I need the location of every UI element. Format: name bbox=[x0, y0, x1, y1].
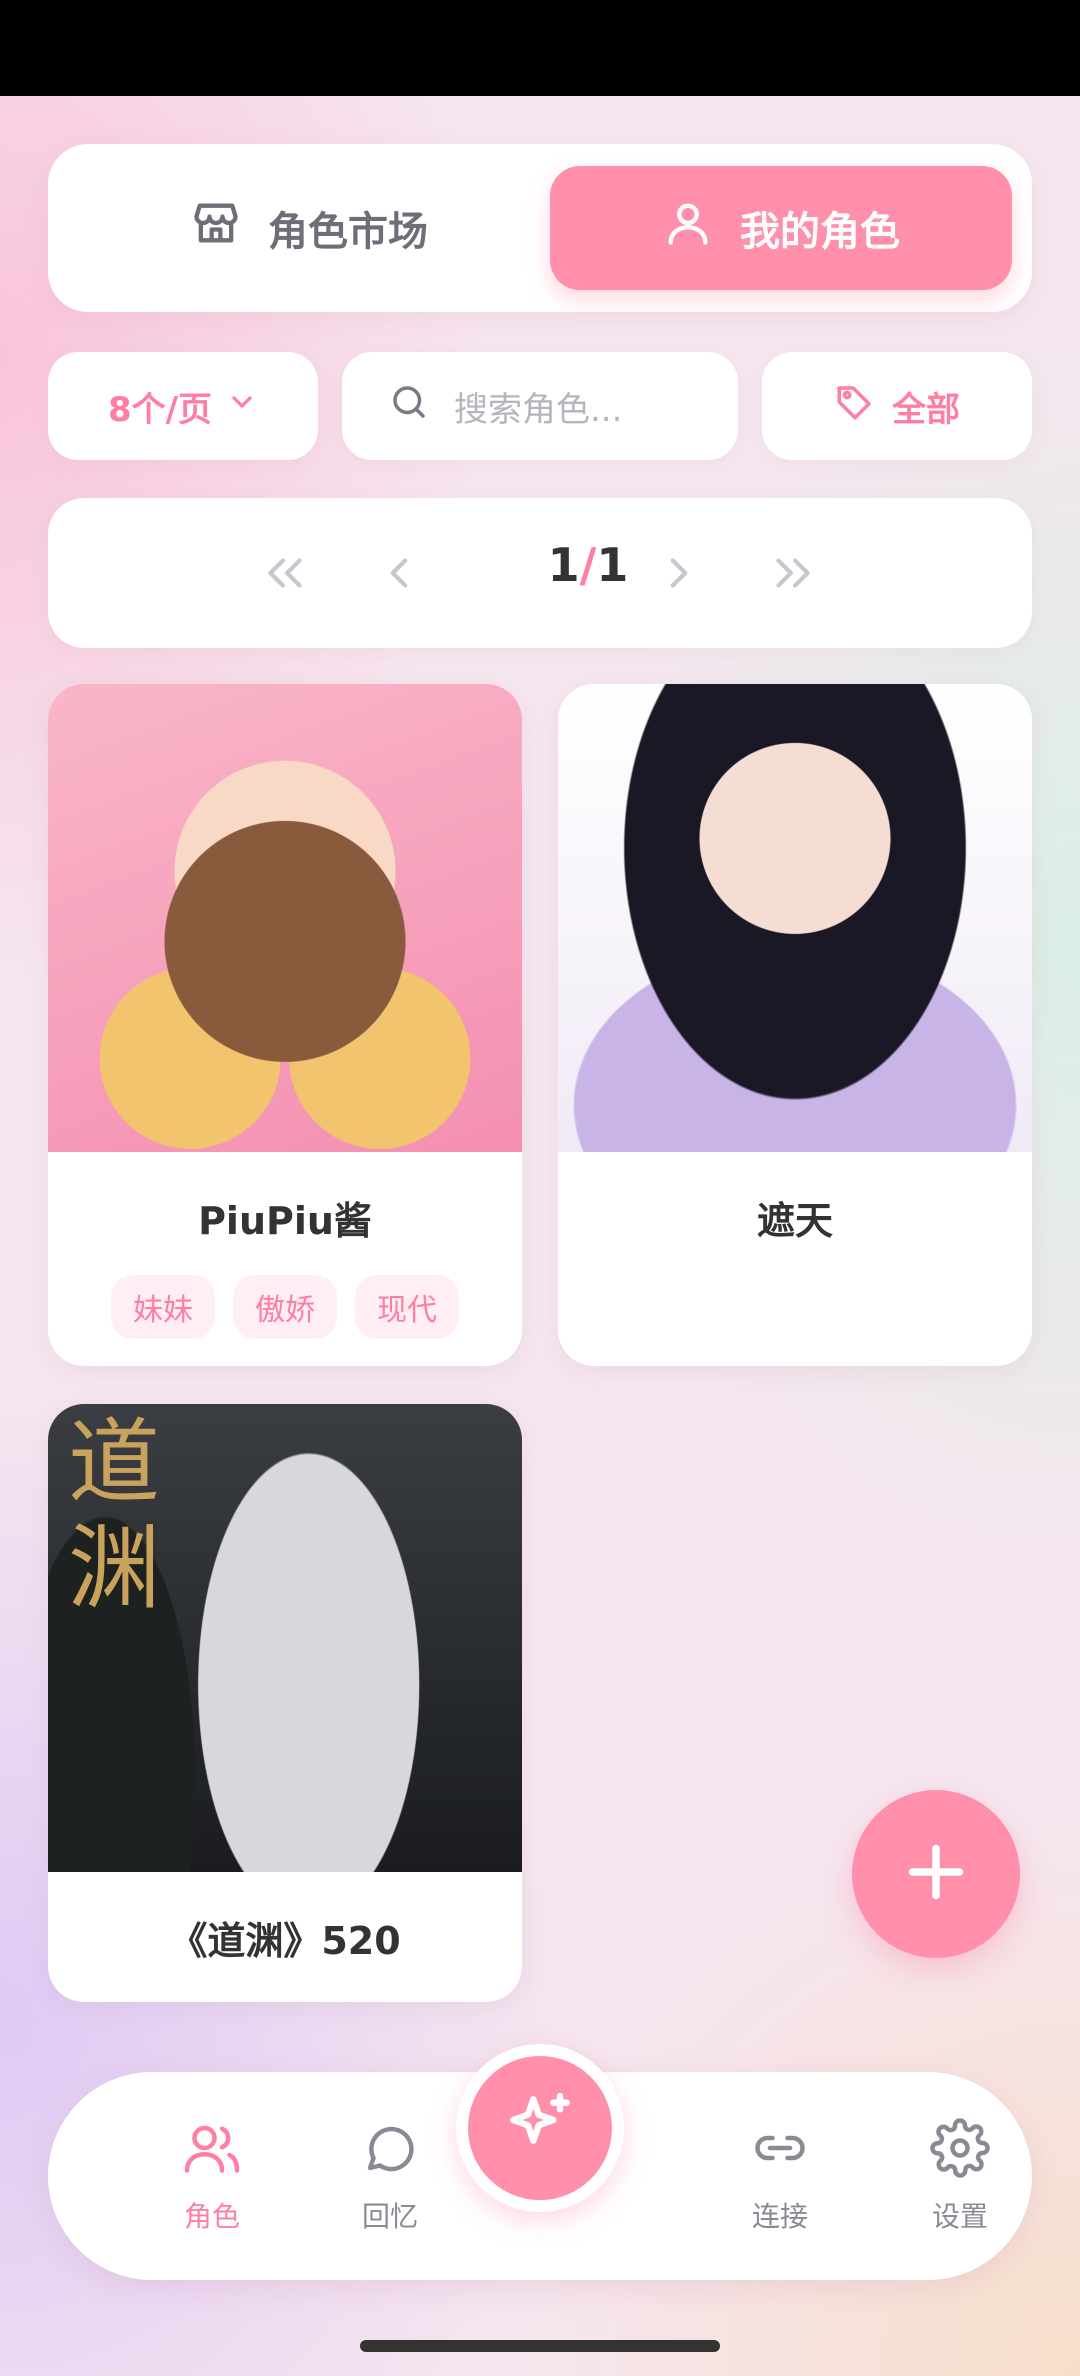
add-character-button[interactable] bbox=[852, 1790, 1020, 1958]
sparkle-icon bbox=[500, 2086, 580, 2170]
nav-label-connect: 连接 bbox=[751, 2200, 808, 2233]
character-name: 遮天 bbox=[756, 1199, 833, 1243]
nav-item-roles[interactable]: 角色 bbox=[142, 2118, 282, 2235]
nav-label-settings: 设置 bbox=[931, 2200, 988, 2233]
character-avatar-image: 道 渊 bbox=[48, 1404, 522, 1872]
prev-page-icon[interactable] bbox=[374, 548, 424, 598]
users-icon bbox=[182, 2118, 242, 2185]
nav-item-settings[interactable]: 设置 bbox=[890, 2118, 1030, 2235]
user-icon bbox=[662, 197, 714, 259]
character-card[interactable]: 道 渊 《道渊》520 bbox=[48, 1404, 522, 2002]
tab-my-characters[interactable]: 我的角色 bbox=[550, 166, 1012, 290]
per-page-select[interactable]: 8个/页 bbox=[48, 352, 318, 460]
search-placeholder: 搜索角色... bbox=[454, 389, 623, 430]
total-pages: 1 bbox=[596, 538, 629, 592]
chevron-down-icon bbox=[226, 386, 258, 427]
last-page-icon[interactable] bbox=[768, 548, 818, 598]
character-avatar-image bbox=[558, 684, 1032, 1152]
first-page-icon[interactable] bbox=[260, 548, 310, 598]
tag-chip: 妹妹 bbox=[111, 1275, 215, 1339]
link-icon bbox=[750, 2118, 810, 2185]
tab-label-market: 角色市场 bbox=[268, 209, 428, 255]
search-icon bbox=[388, 381, 430, 432]
character-avatar-image bbox=[48, 684, 522, 1152]
tag-filter-label: 全部 bbox=[892, 389, 960, 430]
current-page: 1 bbox=[547, 538, 580, 592]
per-page-value: 8个/页 bbox=[107, 389, 213, 430]
tag-chip: 现代 bbox=[355, 1275, 459, 1339]
plus-icon bbox=[901, 1837, 971, 1911]
page-separator: / bbox=[579, 538, 597, 592]
tab-switcher: 角色市场 我的角色 bbox=[48, 144, 1032, 312]
tab-character-market[interactable]: 角色市场 bbox=[78, 166, 540, 290]
home-indicator bbox=[360, 2340, 720, 2352]
character-name: 《道渊》520 bbox=[169, 1919, 401, 1963]
character-tags: 妹妹 傲娇 现代 bbox=[48, 1275, 522, 1339]
nav-item-memories[interactable]: 回忆 bbox=[320, 2118, 460, 2235]
nav-label-roles: 角色 bbox=[183, 2200, 240, 2233]
next-page-icon[interactable] bbox=[654, 548, 704, 598]
character-name: PiuPiu酱 bbox=[198, 1199, 372, 1243]
nav-label-memories: 回忆 bbox=[361, 2200, 418, 2233]
gear-icon bbox=[930, 2118, 990, 2185]
search-input[interactable]: 搜索角色... bbox=[342, 352, 738, 460]
character-card[interactable]: 遮天 bbox=[558, 684, 1032, 1366]
ai-sparkle-button[interactable] bbox=[456, 2044, 624, 2212]
pagination: 1/1 bbox=[48, 498, 1032, 648]
tag-chip: 傲娇 bbox=[233, 1275, 337, 1339]
calligraphy-title: 道 渊 bbox=[68, 1409, 161, 1622]
nav-item-connect[interactable]: 连接 bbox=[710, 2118, 850, 2235]
tab-label-mine: 我的角色 bbox=[740, 209, 900, 255]
tag-filter-button[interactable]: 全部 bbox=[762, 352, 1032, 460]
chat-bubble-icon bbox=[360, 2118, 420, 2185]
character-card[interactable]: PiuPiu酱 妹妹 傲娇 现代 bbox=[48, 684, 522, 1366]
status-bar bbox=[0, 0, 1080, 96]
tag-icon bbox=[834, 381, 876, 432]
store-icon bbox=[190, 197, 242, 259]
